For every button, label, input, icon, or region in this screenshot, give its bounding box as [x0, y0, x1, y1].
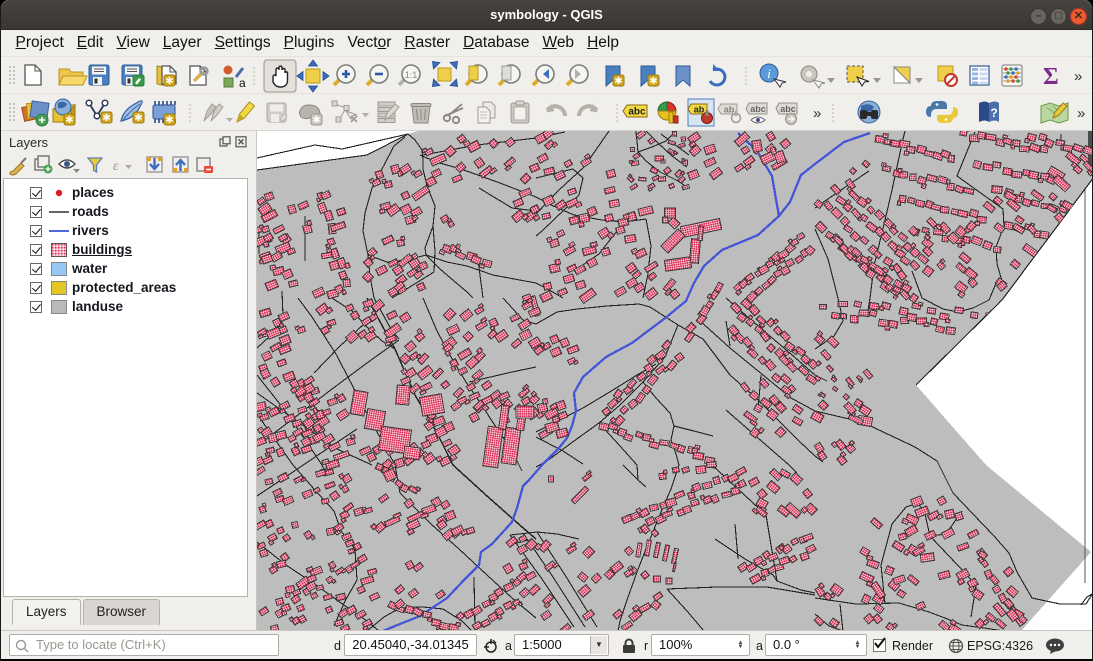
svg-text:✱: ✱ [134, 113, 142, 124]
svg-text:✱: ✱ [102, 113, 110, 124]
svg-text:✱: ✱ [614, 76, 622, 87]
svg-text:i: i [767, 66, 771, 81]
svg-text:✱: ✱ [312, 115, 320, 126]
svg-text:✱: ✱ [165, 76, 173, 87]
svg-text:ab: ab [694, 105, 705, 115]
svg-text:ab: ab [724, 105, 735, 115]
svg-text:1:1: 1:1 [405, 70, 418, 80]
svg-text:»: » [1077, 105, 1085, 122]
svg-text:abc: abc [780, 104, 796, 114]
svg-text:»: » [813, 105, 821, 122]
svg-text:?: ? [990, 106, 997, 120]
svg-text:»: » [1074, 68, 1082, 85]
svg-text:✱: ✱ [65, 115, 73, 126]
svg-text:abc: abc [750, 104, 766, 114]
svg-text:Σ: Σ [1043, 64, 1059, 90]
svg-text:abc: abc [628, 107, 646, 118]
svg-text:ε: ε [113, 159, 119, 174]
svg-text:a: a [239, 76, 246, 90]
svg-text:✱: ✱ [165, 115, 173, 126]
svg-text:✱: ✱ [649, 76, 657, 87]
